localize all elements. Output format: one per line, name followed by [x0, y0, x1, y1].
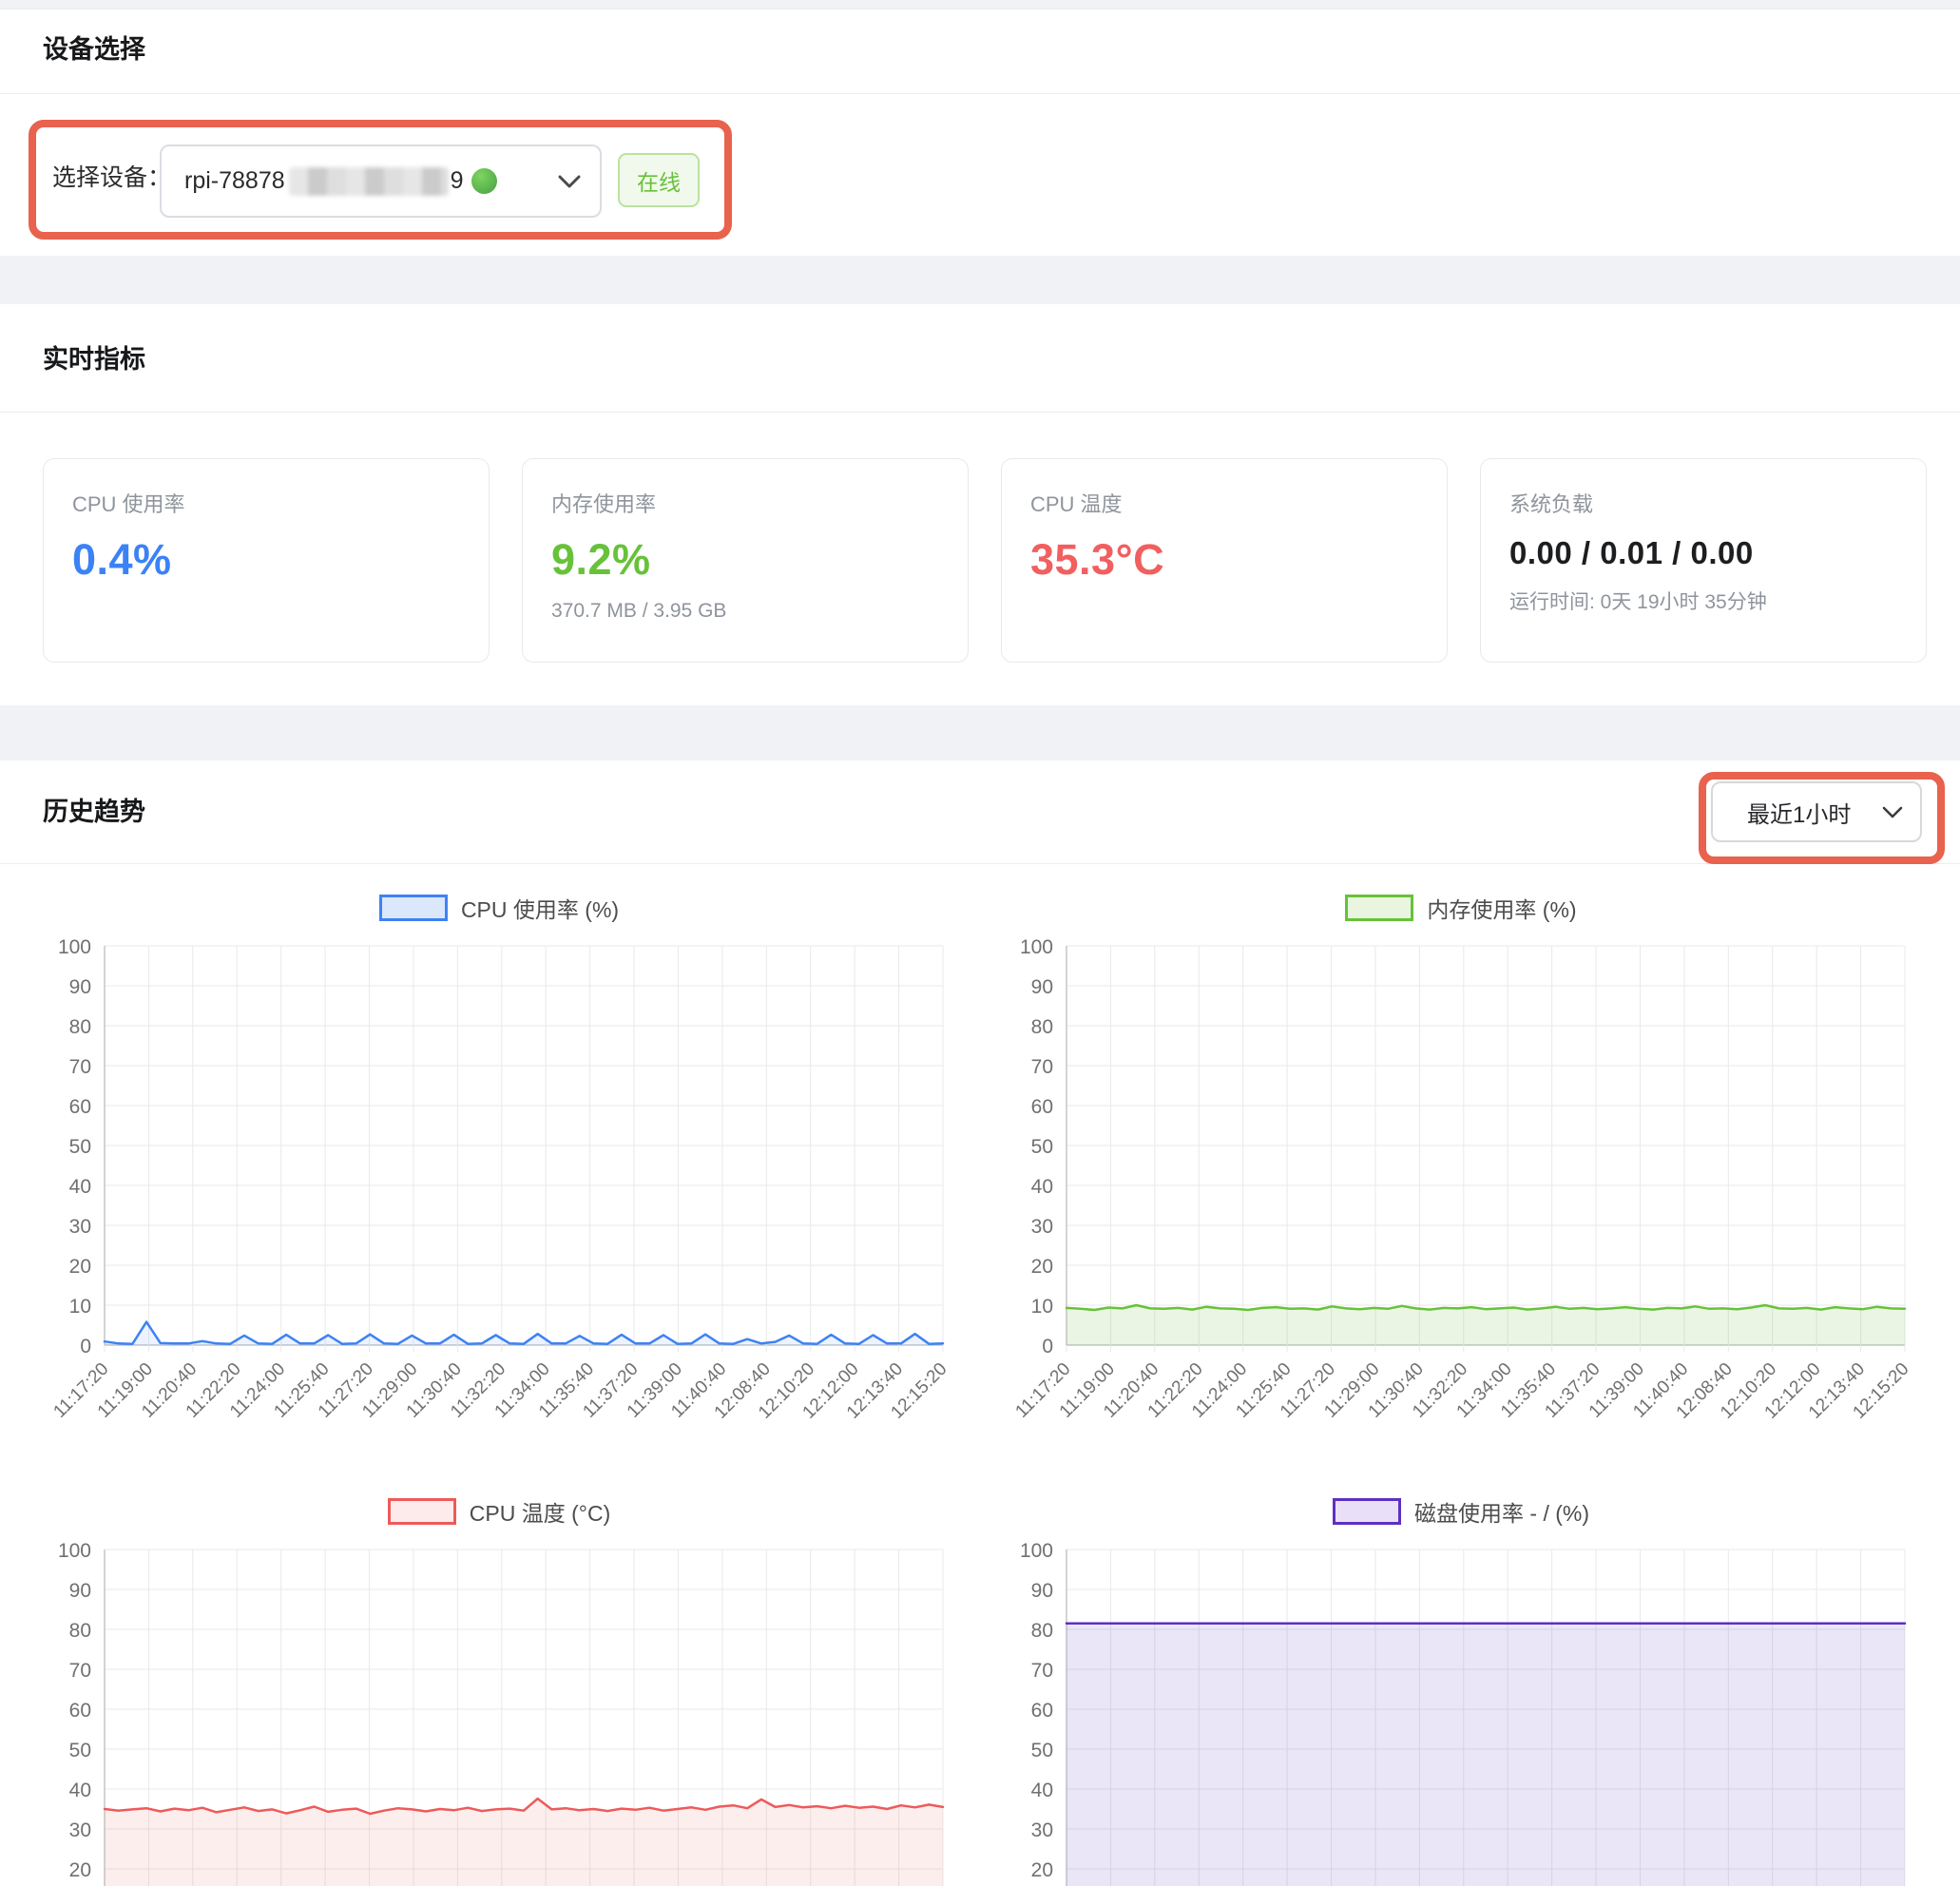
- svg-text:80: 80: [69, 1620, 91, 1642]
- device-select-dropdown[interactable]: rpi-78878 9: [160, 144, 602, 218]
- metric-label: 内存使用率: [551, 488, 939, 518]
- metric-value: 0.4%: [72, 535, 460, 585]
- metric-cards-row: CPU 使用率 0.4% 内存使用率 9.2% 370.7 MB / 3.95 …: [43, 458, 1927, 663]
- cpu-temperature-chart: CPU 温度 (°C) 010203040506070809010011:17:…: [29, 1464, 970, 1886]
- svg-text:50: 50: [69, 1740, 91, 1761]
- time-range-select[interactable]: 最近1小时: [1711, 781, 1922, 842]
- svg-text:20: 20: [69, 1256, 91, 1278]
- realtime-metrics-title: 实时指标: [43, 338, 145, 375]
- svg-text:40: 40: [1031, 1780, 1053, 1801]
- svg-text:50: 50: [69, 1136, 91, 1158]
- svg-text:20: 20: [69, 1859, 91, 1881]
- svg-text:90: 90: [69, 1580, 91, 1602]
- chart-legend: 磁盘使用率 - / (%): [990, 1492, 1931, 1530]
- chart-legend: CPU 使用率 (%): [29, 889, 970, 927]
- legend-label: 磁盘使用率 - / (%): [1414, 1495, 1589, 1528]
- svg-text:80: 80: [1031, 1016, 1053, 1038]
- legend-swatch: [388, 1498, 456, 1525]
- chart-canvas: 010203040506070809010011:17:2011:19:0011…: [990, 1538, 1931, 1886]
- time-range-value: 最近1小时: [1747, 796, 1851, 829]
- metric-value: 35.3°C: [1030, 535, 1418, 585]
- legend-swatch: [1333, 1498, 1401, 1525]
- svg-text:20: 20: [1031, 1256, 1053, 1278]
- svg-text:90: 90: [69, 976, 91, 998]
- status-badge: 在线: [618, 153, 700, 207]
- chart-canvas: 010203040506070809010011:17:2011:19:0011…: [29, 1538, 970, 1886]
- chevron-down-icon: [1882, 806, 1903, 818]
- metric-subtext: 370.7 MB / 3.95 GB: [551, 600, 939, 623]
- svg-text:60: 60: [1031, 1700, 1053, 1722]
- cpu-temperature-card: CPU 温度 35.3°C: [1001, 458, 1448, 663]
- svg-text:30: 30: [69, 1216, 91, 1238]
- svg-text:50: 50: [1031, 1740, 1053, 1761]
- svg-text:30: 30: [1031, 1819, 1053, 1841]
- chart-legend: 内存使用率 (%): [990, 889, 1931, 927]
- svg-text:20: 20: [1031, 1859, 1053, 1881]
- device-name-suffix: 9: [451, 167, 464, 195]
- svg-text:30: 30: [69, 1819, 91, 1841]
- legend-swatch: [379, 895, 448, 921]
- svg-text:100: 100: [58, 936, 91, 958]
- svg-text:90: 90: [1031, 1580, 1053, 1602]
- online-status-dot-icon: [471, 168, 497, 194]
- disk-usage-chart: 磁盘使用率 - / (%) 010203040506070809010011:1…: [990, 1464, 1931, 1886]
- svg-text:80: 80: [1031, 1620, 1053, 1642]
- svg-text:100: 100: [1020, 1540, 1053, 1562]
- section-divider: [0, 93, 1960, 94]
- metric-value: 9.2%: [551, 535, 939, 585]
- chevron-down-icon: [558, 175, 581, 188]
- metric-value: 0.00 / 0.01 / 0.00: [1509, 535, 1897, 571]
- svg-text:30: 30: [1031, 1216, 1053, 1238]
- device-selection-section: 设备选择 选择设备： rpi-78878 9 在线: [0, 9, 1960, 256]
- memory-usage-chart: 内存使用率 (%) 010203040506070809010011:17:20…: [990, 860, 1931, 1495]
- svg-text:0: 0: [1042, 1336, 1053, 1357]
- svg-text:10: 10: [1031, 1296, 1053, 1318]
- legend-label: CPU 使用率 (%): [461, 892, 619, 924]
- svg-text:100: 100: [1020, 936, 1053, 958]
- svg-text:40: 40: [69, 1780, 91, 1801]
- legend-label: 内存使用率 (%): [1427, 892, 1576, 924]
- svg-text:40: 40: [1031, 1176, 1053, 1198]
- svg-text:10: 10: [69, 1296, 91, 1318]
- svg-text:100: 100: [58, 1540, 91, 1562]
- metric-subtext: 运行时间: 0天 19小时 35分钟: [1509, 587, 1897, 615]
- svg-text:0: 0: [80, 1336, 91, 1357]
- svg-text:70: 70: [69, 1660, 91, 1682]
- history-trends-title: 历史趋势: [43, 791, 145, 828]
- metric-label: 系统负载: [1509, 488, 1897, 518]
- legend-label: CPU 温度 (°C): [470, 1495, 610, 1528]
- memory-usage-card: 内存使用率 9.2% 370.7 MB / 3.95 GB: [522, 458, 969, 663]
- svg-text:70: 70: [1031, 1056, 1053, 1078]
- device-name-text: rpi-78878: [184, 167, 285, 195]
- svg-text:80: 80: [69, 1016, 91, 1038]
- svg-text:70: 70: [1031, 1660, 1053, 1682]
- device-monitor-page: 设备选择 选择设备： rpi-78878 9 在线 实时指标 CPU 使用率 0…: [0, 0, 1960, 1886]
- svg-text:60: 60: [69, 1700, 91, 1722]
- device-selection-title: 设备选择: [43, 29, 145, 66]
- cpu-usage-card: CPU 使用率 0.4%: [43, 458, 490, 663]
- device-select-label: 选择设备：: [52, 159, 171, 193]
- svg-text:60: 60: [1031, 1096, 1053, 1118]
- chart-canvas: 010203040506070809010011:17:2011:19:0011…: [990, 934, 1931, 1491]
- system-load-card: 系统负载 0.00 / 0.01 / 0.00 运行时间: 0天 19小时 35…: [1480, 458, 1927, 663]
- metric-label: CPU 使用率: [72, 488, 460, 518]
- metric-label: CPU 温度: [1030, 488, 1418, 518]
- cpu-usage-chart: CPU 使用率 (%) 010203040506070809010011:17:…: [29, 860, 970, 1495]
- svg-text:60: 60: [69, 1096, 91, 1118]
- legend-swatch: [1345, 895, 1413, 921]
- svg-text:50: 50: [1031, 1136, 1053, 1158]
- chart-canvas: 010203040506070809010011:17:2011:19:0011…: [29, 934, 970, 1491]
- chart-legend: CPU 温度 (°C): [29, 1492, 970, 1530]
- redacted-device-id: [289, 167, 449, 196]
- section-divider: [0, 412, 1960, 413]
- svg-text:70: 70: [69, 1056, 91, 1078]
- svg-text:90: 90: [1031, 976, 1053, 998]
- svg-text:40: 40: [69, 1176, 91, 1198]
